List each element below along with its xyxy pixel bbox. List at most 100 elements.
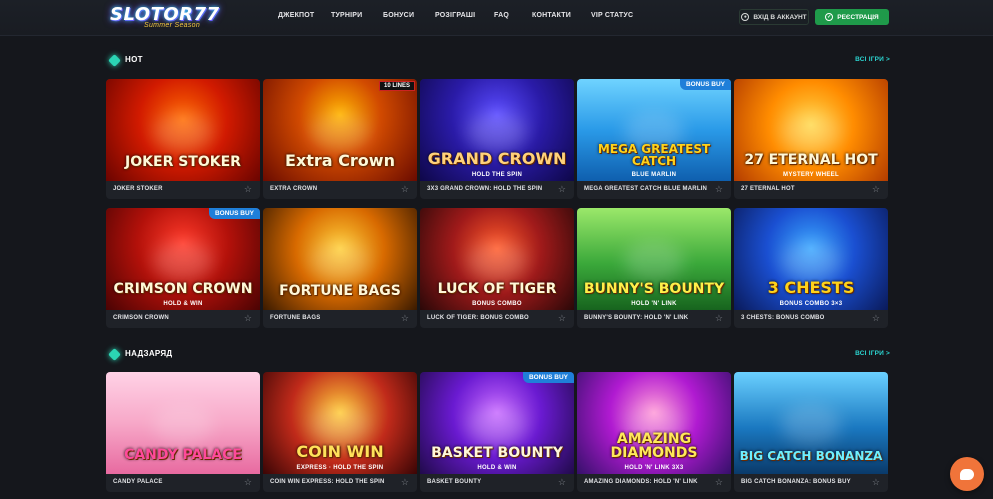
- art-glow: [781, 111, 841, 152]
- chat-button[interactable]: [950, 457, 984, 491]
- game-name[interactable]: LUCK OF TIGER: BONUS COMBO: [427, 315, 529, 321]
- art-glow: [467, 111, 527, 152]
- game-name[interactable]: FORTUNE BAGS: [270, 315, 320, 321]
- game-name[interactable]: BUNNY'S BOUNTY: HOLD 'N' LINK: [584, 315, 688, 321]
- art-glow: [781, 240, 841, 281]
- star-outline-icon[interactable]: ☆: [872, 477, 880, 488]
- game-card[interactable]: FORTUNE BAGS FORTUNE BAGS ☆: [263, 208, 417, 328]
- logo-subtitle: Summer Season: [144, 22, 201, 29]
- nav-tournaments[interactable]: ТУРНІРИ: [331, 12, 362, 19]
- game-card[interactable]: MEGA GREATEST CATCH BLUE MARLIN BONUS BUY M…: [577, 79, 731, 199]
- art-glow: [624, 240, 684, 281]
- game-thumbnail[interactable]: CANDY PALACE: [106, 372, 260, 474]
- star-outline-icon[interactable]: ☆: [244, 313, 252, 324]
- section-title: НАДЗАРЯД: [125, 349, 173, 358]
- game-thumbnail[interactable]: 3 CHESTS BONUS COMBO 3×3: [734, 208, 888, 310]
- game-art-subtitle: MYSTERY WHEEL: [783, 172, 839, 178]
- game-thumbnail[interactable]: BIG CATCH BONANZA: [734, 372, 888, 474]
- game-art-title: GRAND CROWN: [427, 149, 567, 168]
- game-card[interactable]: BASKET BOUNTY HOLD & WIN BONUS BUY BASKET B…: [420, 372, 574, 492]
- game-card[interactable]: BUNNY'S BOUNTY HOLD 'N' LINK BUNNY'S BOUNT…: [577, 208, 731, 328]
- register-button[interactable]: ✓ РЕЄСТРАЦІЯ: [815, 9, 889, 25]
- login-label: ВХІД В АККАУНТ: [753, 13, 807, 21]
- game-thumbnail[interactable]: FORTUNE BAGS: [263, 208, 417, 310]
- star-outline-icon[interactable]: ☆: [872, 184, 880, 195]
- see-all-link[interactable]: ВСІ ІГРИ >: [855, 350, 890, 357]
- game-name[interactable]: CRIMSON CROWN: [113, 315, 169, 321]
- chat-icon: [960, 468, 974, 480]
- star-outline-icon[interactable]: ☆: [401, 313, 409, 324]
- game-name[interactable]: BASKET BOUNTY: [427, 479, 481, 485]
- game-thumbnail[interactable]: BASKET BOUNTY HOLD & WIN BONUS BUY: [420, 372, 574, 474]
- game-art-title: CRIMSON CROWN: [113, 281, 253, 297]
- nav-vip-status[interactable]: VIP СТАТУС: [591, 12, 633, 19]
- game-card[interactable]: AMAZING DIAMONDS HOLD 'N' LINK 3X3 AMAZING…: [577, 372, 731, 492]
- site-header: SLOTOR77 Summer Season ДЖЕКПОТ ТУРНІРИ Б…: [0, 0, 993, 36]
- game-name[interactable]: JOKER STOKER: [113, 186, 163, 192]
- game-art-subtitle: HOLD 'N' LINK: [631, 301, 677, 307]
- nav-faq[interactable]: FAQ: [494, 12, 509, 19]
- game-thumbnail[interactable]: GRAND CROWN HOLD THE SPIN: [420, 79, 574, 181]
- star-outline-icon[interactable]: ☆: [715, 477, 723, 488]
- game-art-title: 3 CHESTS: [767, 278, 855, 297]
- art-glow: [467, 240, 527, 281]
- game-thumbnail[interactable]: COIN WIN EXPRESS · HOLD THE SPIN: [263, 372, 417, 474]
- register-label: РЕЄСТРАЦІЯ: [837, 13, 879, 21]
- star-outline-icon[interactable]: ☆: [872, 313, 880, 324]
- nav-bonuses[interactable]: БОНУСИ: [383, 12, 414, 19]
- nav-contacts[interactable]: КОНТАКТИ: [532, 12, 571, 19]
- game-art-subtitle: HOLD 'N' LINK 3X3: [624, 465, 684, 471]
- star-outline-icon[interactable]: ☆: [715, 184, 723, 195]
- game-thumbnail[interactable]: BUNNY'S BOUNTY HOLD 'N' LINK: [577, 208, 731, 310]
- game-thumbnail[interactable]: JOKER STOKER: [106, 79, 260, 181]
- star-outline-icon[interactable]: ☆: [558, 184, 566, 195]
- lock-icon: ●: [741, 13, 750, 21]
- art-glow: [310, 404, 370, 445]
- game-name[interactable]: 3X3 GRAND CROWN: HOLD THE SPIN: [427, 186, 542, 192]
- game-card[interactable]: COIN WIN EXPRESS · HOLD THE SPIN COIN WIN …: [263, 372, 417, 492]
- bonus-buy-badge: BONUS BUY: [679, 79, 731, 90]
- game-name[interactable]: AMAZING DIAMONDS: HOLD 'N' LINK: [584, 479, 698, 485]
- nav-giveaways[interactable]: РОЗІГРАШІ: [435, 12, 475, 19]
- game-name[interactable]: EXTRA CROWN: [270, 186, 317, 192]
- game-card[interactable]: LUCK OF TIGER BONUS COMBO LUCK OF TIGER: B…: [420, 208, 574, 328]
- game-art-subtitle: HOLD THE SPIN: [471, 172, 523, 178]
- section-title: HOT: [125, 55, 143, 64]
- star-outline-icon[interactable]: ☆: [244, 184, 252, 195]
- section-supercharge-header: НАДЗАРЯД ВСІ ІГРИ >: [108, 348, 890, 361]
- game-thumbnail[interactable]: AMAZING DIAMONDS HOLD 'N' LINK 3X3: [577, 372, 731, 474]
- game-card[interactable]: Extra Crown 10 LINES EXTRA CROWN ☆: [263, 79, 417, 199]
- game-card[interactable]: BIG CATCH BONANZA BIG CATCH BONANZA: BONU…: [734, 372, 888, 492]
- game-name[interactable]: 3 CHESTS: BONUS COMBO: [741, 315, 825, 321]
- game-thumbnail[interactable]: 27 ETERNAL HOT MYSTERY WHEEL: [734, 79, 888, 181]
- game-thumbnail[interactable]: Extra Crown 10 LINES: [263, 79, 417, 181]
- star-outline-icon[interactable]: ☆: [244, 477, 252, 488]
- game-card[interactable]: 27 ETERNAL HOT MYSTERY WHEEL 27 ETERNAL HO…: [734, 79, 888, 199]
- game-thumbnail[interactable]: CRIMSON CROWN HOLD & WIN BONUS BUY: [106, 208, 260, 310]
- star-outline-icon[interactable]: ☆: [558, 313, 566, 324]
- art-glow: [310, 240, 370, 281]
- login-button[interactable]: ● ВХІД В АККАУНТ: [739, 9, 809, 25]
- game-art-title: 27 ETERNAL HOT: [744, 152, 878, 168]
- game-art-title: MEGA GREATEST CATCH: [597, 142, 711, 168]
- game-name[interactable]: 27 ETERNAL HOT: [741, 186, 795, 192]
- game-thumbnail[interactable]: MEGA GREATEST CATCH BLUE MARLIN BONUS BUY: [577, 79, 731, 181]
- game-card[interactable]: 3 CHESTS BONUS COMBO 3×3 3 CHESTS: BONUS C…: [734, 208, 888, 328]
- game-name[interactable]: CANDY PALACE: [113, 479, 163, 485]
- star-outline-icon[interactable]: ☆: [401, 477, 409, 488]
- game-card[interactable]: JOKER STOKER JOKER STOKER ☆: [106, 79, 260, 199]
- site-logo[interactable]: SLOTOR77 Summer Season: [110, 4, 219, 32]
- nav-jackpot[interactable]: ДЖЕКПОТ: [278, 12, 314, 19]
- star-outline-icon[interactable]: ☆: [401, 184, 409, 195]
- game-name[interactable]: BIG CATCH BONANZA: BONUS BUY: [741, 479, 851, 485]
- game-card[interactable]: CRIMSON CROWN HOLD & WIN BONUS BUY CRIMSON …: [106, 208, 260, 328]
- see-all-link[interactable]: ВСІ ІГРИ >: [855, 56, 890, 63]
- bonus-buy-badge: BONUS BUY: [522, 372, 574, 383]
- star-outline-icon[interactable]: ☆: [715, 313, 723, 324]
- game-card[interactable]: GRAND CROWN HOLD THE SPIN 3X3 GRAND CROWN:…: [420, 79, 574, 199]
- game-thumbnail[interactable]: LUCK OF TIGER BONUS COMBO: [420, 208, 574, 310]
- game-card[interactable]: CANDY PALACE CANDY PALACE ☆: [106, 372, 260, 492]
- star-outline-icon[interactable]: ☆: [558, 477, 566, 488]
- game-name[interactable]: MEGA GREATEST CATCH BLUE MARLIN: [584, 186, 707, 192]
- game-name[interactable]: COIN WIN EXPRESS: HOLD THE SPIN: [270, 479, 385, 485]
